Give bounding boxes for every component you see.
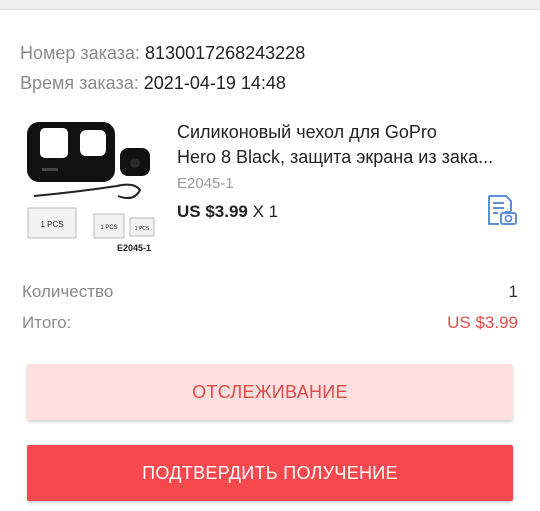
order-number-value: 8130017268243228 — [145, 43, 306, 63]
quantity-label: Количество — [22, 282, 114, 301]
case-screen-window — [80, 130, 106, 156]
product-quantity: X 1 — [252, 202, 279, 221]
order-number-row: Номер заказа: 8130017268243228 — [20, 42, 305, 64]
image-sku-label: E2045-1 — [117, 243, 151, 253]
product-title-line-1: Силиконовый чехол для GoPro — [177, 122, 437, 142]
order-time-value: 2021-04-19 14:48 — [143, 73, 286, 93]
film-small-label: 1 PCS — [135, 226, 150, 232]
quantity-value: 1 — [508, 282, 518, 301]
track-order-button[interactable]: ОТСЛЕЖИВАНИЕ — [27, 364, 513, 420]
confirm-receipt-button[interactable]: ПОДТВЕРДИТЬ ПОЛУЧЕНИЕ — [27, 445, 513, 501]
product-image[interactable]: 1 PCS 1 PCS 1 PCS E2045-1 — [22, 118, 160, 258]
product-price-row: US $3.99 X 1 — [177, 202, 278, 222]
product-price: US $3.99 — [177, 202, 248, 221]
product-title[interactable]: Силиконовый чехол для GoPro Hero 8 Black… — [177, 120, 522, 170]
order-time-label: Время заказа: — [20, 73, 139, 93]
order-number-label: Номер заказа: — [20, 43, 141, 63]
product-title-line-2: Hero 8 Black, защита экрана из зака... — [177, 147, 494, 167]
order-snapshot-icon[interactable] — [484, 193, 518, 227]
film-medium-label: 1 PCS — [100, 225, 117, 231]
total-label: Итого: — [22, 313, 72, 332]
film-large-label: 1 PCS — [40, 220, 63, 229]
order-time-row: Время заказа: 2021-04-19 14:48 — [20, 72, 286, 94]
product-sku: E2045-1 — [177, 175, 234, 192]
case-lens-window — [40, 128, 68, 158]
lanyard — [33, 183, 142, 199]
total-value: US $3.99 — [447, 313, 518, 332]
top-separator-band — [0, 0, 540, 10]
